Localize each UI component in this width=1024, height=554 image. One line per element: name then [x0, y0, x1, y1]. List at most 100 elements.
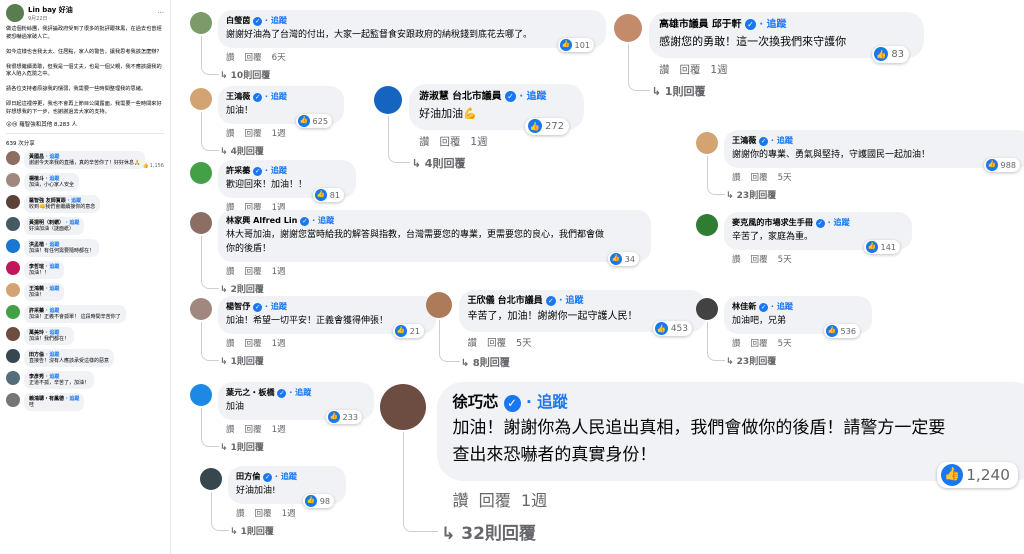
commenter-avatar[interactable] — [6, 195, 20, 209]
commenter-name[interactable]: 洪孟楷 · 追蹤 — [29, 241, 94, 248]
commenter-avatar[interactable] — [696, 298, 718, 320]
reply-action[interactable]: 回覆 — [440, 136, 461, 148]
comment-time[interactable]: 6天 — [272, 53, 286, 63]
like-count-pill[interactable]: 👍 98 — [303, 494, 334, 508]
commenter-name[interactable]: 林佳新 ✓ · 追蹤 — [732, 300, 864, 314]
view-replies-link[interactable]: ↳ 1則回覆 — [220, 440, 264, 453]
commenter-avatar[interactable] — [696, 214, 718, 236]
reply-action[interactable]: 回覆 — [751, 173, 768, 183]
like-action[interactable]: 讚 — [236, 509, 245, 519]
reply-action[interactable]: 回覆 — [487, 338, 506, 349]
like-count-pill[interactable]: 👍 81 — [313, 188, 344, 202]
commenter-name[interactable]: 高雄市議員 邱于軒 ✓ · 追蹤 — [659, 17, 914, 34]
like-action[interactable]: 讚 — [419, 136, 429, 148]
follow-link[interactable]: · 追蹤 — [768, 135, 793, 145]
reply-action[interactable]: 回覆 — [245, 129, 262, 139]
comment-time[interactable]: 5天 — [778, 339, 792, 349]
commenter-avatar[interactable] — [6, 173, 20, 187]
like-action[interactable]: 讚 — [226, 129, 235, 139]
comment-time[interactable]: 1週 — [272, 267, 286, 277]
commenter-avatar[interactable] — [190, 298, 212, 320]
commenter-avatar[interactable] — [200, 468, 222, 490]
commenter-name[interactable]: 游淑慧 台北市議員 ✓ · 追蹤 — [419, 89, 574, 106]
commenter-name[interactable]: 楊植斗 · 追蹤 — [29, 175, 74, 182]
view-replies-link[interactable]: ↳ 23則回覆 — [726, 188, 776, 201]
view-replies-link[interactable]: ↳ 4則回覆 — [412, 155, 466, 171]
commenter-avatar[interactable] — [6, 217, 20, 231]
follow-link[interactable]: · 追蹤 — [309, 215, 334, 225]
like-action[interactable]: 讚 — [452, 491, 468, 510]
like-count[interactable]: 1,156 — [142, 163, 164, 169]
reply-action[interactable]: 回覆 — [255, 509, 272, 519]
commenter-name[interactable]: 王鴻薇 ✓ · 追蹤 — [732, 134, 1024, 148]
view-replies-link[interactable]: ↳ 1則回覆 — [220, 354, 264, 367]
commenter-name[interactable]: 徐巧芯 ✓ · 追蹤 — [452, 390, 1024, 416]
reply-action[interactable]: 回覆 — [751, 255, 768, 265]
like-count-pill[interactable]: 👍 536 — [823, 324, 860, 338]
commenter-avatar[interactable] — [374, 86, 402, 114]
view-replies-link[interactable]: ↳ 2則回覆 — [220, 282, 264, 295]
view-replies-link[interactable]: ↳ 8則回覆 — [461, 354, 510, 369]
commenter-name[interactable]: 王欣儀 台北市議員 ✓ · 追蹤 — [468, 294, 697, 309]
reply-action[interactable]: 回覆 — [680, 64, 701, 76]
like-action[interactable]: 讚 — [468, 338, 478, 349]
commenter-name[interactable]: 白瑩茵 ✓ · 追蹤 — [226, 14, 598, 28]
commenter-avatar[interactable] — [380, 384, 426, 430]
reaction-summary[interactable]: 😮😢 羅智強和其他 8,283 人 — [6, 120, 77, 128]
more-options-icon[interactable]: ··· — [157, 9, 164, 17]
like-count-pill[interactable]: 👍 101 — [557, 38, 594, 52]
commenter-avatar[interactable] — [6, 151, 20, 165]
commenter-avatar[interactable] — [190, 384, 212, 406]
follow-link[interactable]: · 追蹤 — [46, 286, 60, 292]
commenter-name[interactable]: 許采蓁 ✓ · 追蹤 — [226, 164, 348, 178]
commenter-name[interactable]: 田方倫 · 追蹤 — [29, 351, 109, 358]
commenter-name[interactable]: 王鴻薇 · 追蹤 — [29, 285, 59, 292]
follow-link[interactable]: · 追蹤 — [262, 301, 287, 311]
commenter-name[interactable]: 黃揚明（刺蝟） · 追蹤 — [29, 219, 79, 226]
like-count-pill[interactable]: 👍 83 — [871, 45, 909, 63]
commenter-avatar[interactable] — [190, 162, 212, 184]
page-name[interactable]: Lin bay 好油 — [28, 5, 73, 15]
like-count-pill[interactable]: 👍 34 — [608, 252, 639, 266]
view-replies-link[interactable]: ↳ 1則回覆 — [652, 83, 706, 99]
comment-time[interactable]: 1週 — [272, 425, 286, 435]
like-count-pill[interactable]: 👍 453 — [652, 321, 693, 337]
follow-link[interactable]: · 追蹤 — [556, 296, 584, 306]
follow-link[interactable]: · 追蹤 — [286, 387, 311, 397]
commenter-name[interactable]: 黃國昌 · 追蹤 — [29, 153, 140, 160]
view-replies-link[interactable]: ↳ 1則回覆 — [230, 524, 274, 537]
like-action[interactable]: 讚 — [732, 339, 741, 349]
post-reactions[interactable]: 😮😢 羅智強和其他 8,283 人 — [0, 116, 170, 130]
reply-action[interactable]: 回覆 — [245, 53, 262, 63]
comment-time[interactable]: 1週 — [272, 339, 286, 349]
commenter-avatar[interactable] — [6, 305, 20, 319]
commenter-name[interactable]: 萬美玲 · 追蹤 — [29, 329, 69, 336]
commenter-name[interactable]: 羅智強 友師賈跟 · 追蹤 — [29, 197, 95, 204]
like-count-pill[interactable]: 👍 625 — [295, 114, 332, 128]
comment-time[interactable]: 5天 — [516, 338, 532, 349]
reply-action[interactable]: 回覆 — [245, 267, 262, 277]
like-count-pill[interactable]: 👍 233 — [325, 410, 362, 424]
commenter-avatar[interactable] — [6, 371, 20, 385]
comment-time[interactable]: 1週 — [272, 129, 286, 139]
follow-link[interactable]: · 追蹤 — [66, 396, 80, 402]
like-action[interactable]: 讚 — [226, 267, 235, 277]
commenter-avatar[interactable] — [6, 349, 20, 363]
follow-link[interactable]: · 追蹤 — [516, 91, 546, 102]
commenter-name[interactable]: 許采蓁 · 追蹤 — [29, 307, 121, 314]
reply-action[interactable]: 回覆 — [479, 491, 511, 510]
follow-link[interactable]: · 追蹤 — [262, 165, 287, 175]
like-count-pill[interactable]: 👍 988 — [983, 158, 1020, 172]
comment-time[interactable]: 1週 — [710, 64, 727, 76]
page-avatar[interactable] — [6, 4, 24, 22]
share-count[interactable]: 639 次分享 — [0, 137, 170, 149]
commenter-avatar[interactable] — [6, 261, 20, 275]
like-action[interactable]: 讚 — [732, 255, 741, 265]
commenter-name[interactable]: 李彥秀 · 追蹤 — [29, 373, 89, 380]
comment-time[interactable]: 5天 — [778, 255, 792, 265]
commenter-name[interactable]: 田方倫 ✓ · 追蹤 — [236, 470, 338, 484]
commenter-avatar[interactable] — [190, 212, 212, 234]
commenter-name[interactable]: 林家興 Alfred Lin ✓ · 追蹤 — [226, 214, 643, 228]
commenter-avatar[interactable] — [6, 283, 20, 297]
commenter-avatar[interactable] — [190, 88, 212, 110]
